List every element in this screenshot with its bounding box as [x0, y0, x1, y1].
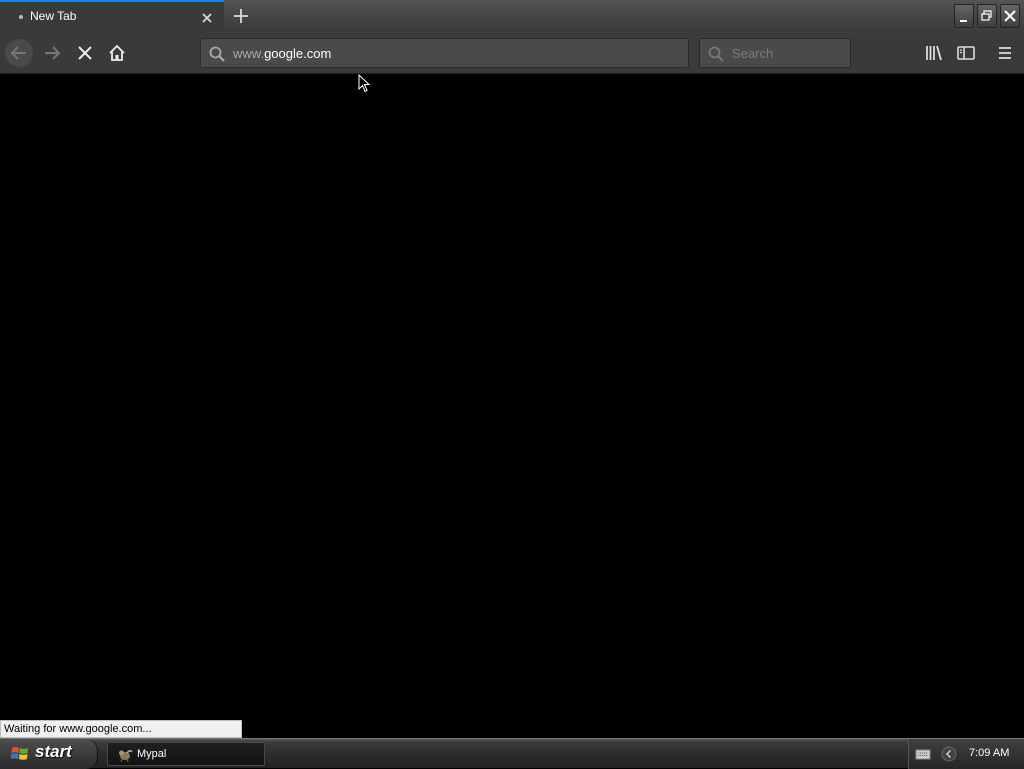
forward-button[interactable]: [39, 39, 67, 67]
mouse-cursor-icon: [358, 74, 371, 93]
search-input[interactable]: [730, 44, 845, 62]
sidebar-icon: [957, 46, 975, 60]
tab-strip: New Tab: [0, 0, 1024, 34]
mypal-app-icon: [119, 749, 133, 763]
close-icon[interactable]: [199, 10, 215, 26]
minimize-icon: [960, 20, 967, 22]
home-icon: [109, 44, 125, 61]
navigation-toolbar: www.google.com: [0, 34, 1024, 74]
stop-icon: [78, 46, 92, 60]
taskbar-item-label: Mypal: [137, 748, 167, 760]
system-tray: 7:09 AM: [908, 739, 1024, 769]
start-label: start: [35, 742, 72, 761]
url-domain: google.com: [264, 46, 332, 61]
page-content[interactable]: [0, 75, 1024, 738]
taskbar: start Mypal 7:09 AM: [0, 738, 1024, 769]
search-icon: [708, 46, 724, 62]
stop-button[interactable]: [71, 39, 99, 67]
search-icon: [209, 46, 225, 62]
tab-loading-indicator: [19, 15, 23, 19]
library-icon: [926, 45, 942, 61]
url-prefix: www.: [233, 46, 265, 61]
show-hidden-icons-icon[interactable]: [941, 746, 957, 762]
restore-button[interactable]: [977, 4, 997, 28]
window-close-icon: [1004, 10, 1016, 22]
forward-arrow-icon: [45, 46, 61, 60]
back-button[interactable]: [5, 39, 33, 67]
library-button[interactable]: [921, 39, 947, 67]
sidebar-button[interactable]: [953, 39, 979, 67]
status-text: Waiting for www.google.com...: [0, 720, 242, 738]
tab-title: New Tab: [30, 9, 77, 23]
search-bar[interactable]: [699, 38, 851, 68]
keyboard-icon[interactable]: [915, 747, 931, 761]
hamburger-menu-icon: [999, 47, 1011, 59]
tab-new-tab[interactable]: New Tab: [0, 0, 224, 34]
menu-button[interactable]: [992, 39, 1018, 67]
windows-logo-icon: [11, 747, 28, 760]
minimize-button[interactable]: [954, 4, 974, 28]
back-arrow-icon: [10, 46, 26, 60]
plus-icon[interactable]: [230, 5, 252, 27]
clock: 7:09 AM: [969, 747, 1010, 759]
address-text[interactable]: www.google.com: [233, 46, 331, 61]
window-close-button[interactable]: [1000, 4, 1020, 28]
address-bar[interactable]: www.google.com: [200, 38, 689, 68]
restore-icon: [981, 10, 992, 21]
home-button[interactable]: [103, 39, 131, 67]
taskbar-item-mypal[interactable]: Mypal: [107, 742, 265, 766]
start-button[interactable]: start: [0, 739, 98, 769]
